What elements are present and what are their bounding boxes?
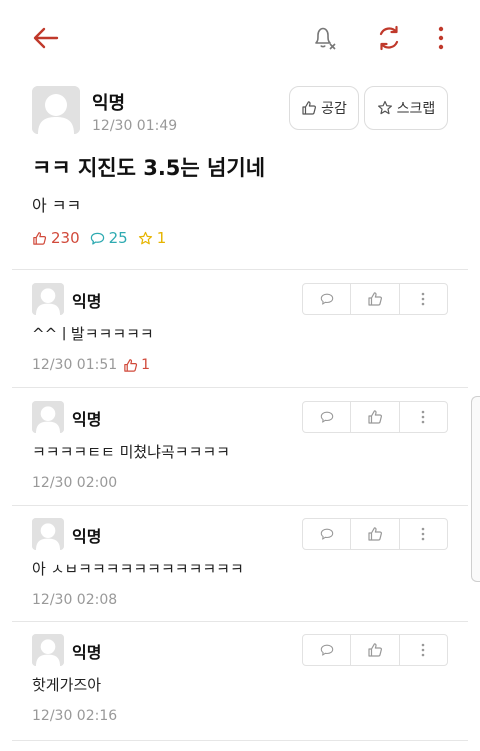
more-vertical-icon — [422, 410, 425, 424]
comment-text: 아 ㅅㅂㅋㅋㅋㅋㅋㅋㅋㅋㅋㅋㅋㅋ — [32, 560, 244, 578]
comment-bubble-icon — [320, 411, 333, 423]
thumbs-up-icon — [33, 231, 47, 245]
comment-like-button[interactable] — [350, 635, 398, 665]
default-avatar-icon — [32, 518, 64, 550]
comment: 익명 아 ㅅㅂㅋㅋㅋㅋㅋㅋㅋㅋㅋㅋㅋㅋ 12/30 02:08 — [0, 506, 480, 622]
reply-button[interactable] — [303, 519, 350, 549]
comment-meta: 12/30 02:00 — [32, 475, 117, 491]
scrap-count: 1 — [138, 229, 167, 247]
thumbs-up-icon — [368, 410, 382, 424]
thumbs-up-icon — [368, 643, 382, 657]
star-icon — [377, 100, 392, 115]
divider — [12, 740, 468, 741]
comment-more-button[interactable] — [398, 519, 447, 549]
comment-actions — [302, 401, 448, 433]
comment-meta: 12/30 02:08 — [32, 592, 117, 608]
top-bar — [0, 0, 480, 76]
comment-author: 익명 — [72, 527, 102, 546]
post-body: 아 ㅋㅋ — [32, 196, 82, 215]
comment-meta: 12/30 02:16 — [32, 708, 117, 724]
comment-more-button[interactable] — [398, 635, 447, 665]
comment: 익명 ^^ㅣ발ㅋㅋㅋㅋㅋ 12/30 01:51 1 — [0, 271, 480, 387]
avatar — [32, 86, 80, 134]
avatar — [32, 283, 64, 315]
thumbs-up-icon — [124, 358, 138, 372]
more-vertical-icon — [438, 26, 444, 50]
comment-author: 익명 — [72, 643, 102, 662]
comment-bubble-icon — [90, 232, 104, 245]
thumbs-up-icon — [302, 101, 317, 115]
star-icon — [138, 231, 152, 244]
comment-time: 12/30 01:51 — [32, 357, 118, 373]
scrollbar[interactable] — [471, 396, 480, 582]
comment-count-value: 25 — [108, 229, 128, 247]
default-avatar-icon — [32, 86, 80, 134]
post-author: 익명 — [92, 93, 126, 114]
comment-bubble-icon — [320, 293, 333, 305]
default-avatar-icon — [32, 401, 64, 433]
reply-button[interactable] — [303, 635, 350, 665]
comment-like-count: 1 — [123, 357, 150, 373]
comment-text: ^^ㅣ발ㅋㅋㅋㅋㅋ — [32, 325, 154, 343]
comment: 익명 ㅋㅋㅋㅋㅌㅌ 미쳤냐곡ㅋㅋㅋㅋ 12/30 02:00 — [0, 389, 480, 505]
comment-like-value: 1 — [141, 357, 151, 373]
comment-actions — [302, 283, 448, 315]
default-avatar-icon — [32, 634, 64, 666]
reply-button[interactable] — [303, 284, 350, 314]
comment-time: 12/30 02:16 — [32, 708, 118, 724]
back-arrow-icon — [33, 27, 59, 49]
avatar — [32, 401, 64, 433]
divider — [12, 269, 468, 270]
thumbs-up-icon — [368, 527, 382, 541]
notification-off-icon — [315, 27, 336, 50]
comment-bubble-icon — [320, 644, 333, 656]
comment-bubble-icon — [320, 528, 333, 540]
comment-like-button[interactable] — [350, 519, 398, 549]
comment-actions — [302, 634, 448, 666]
avatar — [32, 518, 64, 550]
refresh-icon — [379, 25, 399, 51]
comment-more-button[interactable] — [398, 284, 447, 314]
more-vertical-icon — [422, 527, 425, 541]
like-button-label: 공감 — [321, 101, 347, 117]
comment-like-button[interactable] — [350, 402, 398, 432]
like-count: 230 — [32, 229, 80, 247]
comment-text: ㅋㅋㅋㅋㅌㅌ 미쳤냐곡ㅋㅋㅋㅋ — [32, 443, 230, 461]
like-count-value: 230 — [51, 229, 80, 247]
like-button[interactable]: 공감 — [289, 86, 359, 130]
comment-count: 25 — [90, 229, 128, 247]
more-vertical-icon — [422, 292, 425, 306]
post-time: 12/30 01:49 — [92, 118, 178, 134]
default-avatar-icon — [32, 283, 64, 315]
thumbs-up-icon — [368, 292, 382, 306]
comment-text: 핫게가즈아 — [32, 676, 102, 694]
comment-time: 12/30 02:08 — [32, 592, 118, 608]
comment-like-button[interactable] — [350, 284, 398, 314]
scrap-button-label: 스크랩 — [396, 101, 436, 117]
post-title: ㅋㅋ 지진도 3.5는 넘기네 — [32, 156, 266, 180]
post-stats: 230 25 1 — [32, 229, 176, 247]
back-button[interactable] — [26, 18, 66, 58]
refresh-button[interactable] — [369, 18, 409, 58]
notification-button[interactable] — [304, 18, 344, 58]
scrap-button[interactable]: 스크랩 — [364, 86, 448, 130]
avatar — [32, 634, 64, 666]
comment: 익명 핫게가즈아 12/30 02:16 — [0, 622, 480, 738]
divider — [12, 387, 468, 388]
more-vertical-icon — [422, 643, 425, 657]
comment-author: 익명 — [72, 292, 102, 311]
comment-more-button[interactable] — [398, 402, 447, 432]
scrap-count-value: 1 — [156, 229, 167, 247]
comment-meta: 12/30 01:51 1 — [32, 357, 150, 373]
comment-author: 익명 — [72, 410, 102, 429]
comment-actions — [302, 518, 448, 550]
comment-time: 12/30 02:00 — [32, 475, 118, 491]
reply-button[interactable] — [303, 402, 350, 432]
more-menu-button[interactable] — [421, 18, 461, 58]
